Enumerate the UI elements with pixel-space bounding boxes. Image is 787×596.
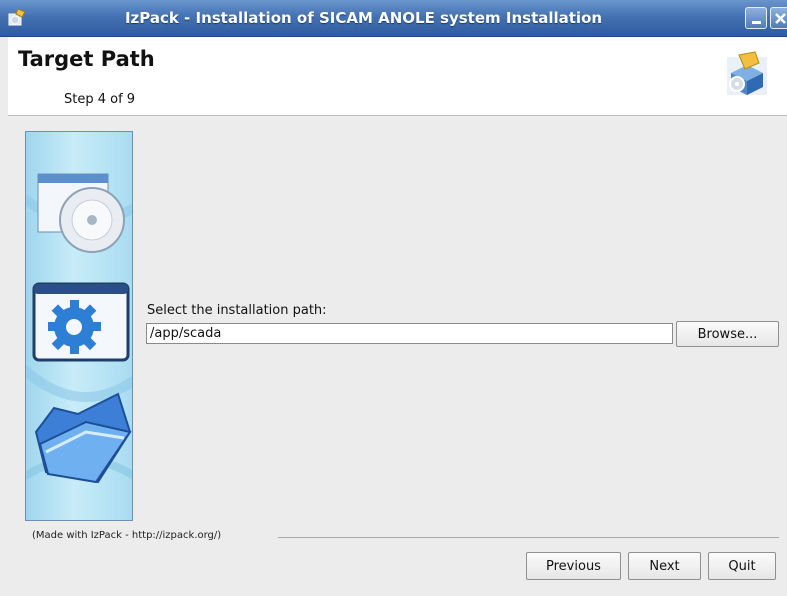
minimize-button[interactable] — [745, 7, 767, 29]
minimize-icon — [752, 21, 761, 24]
installation-path-label: Select the installation path: — [147, 303, 327, 318]
cd-window-icon — [37, 173, 125, 253]
installer-package-icon — [727, 51, 767, 95]
close-button[interactable] — [770, 7, 787, 29]
close-icon — [775, 13, 786, 24]
window-title: IzPack - Installation of SICAM ANOLE sys… — [124, 9, 603, 27]
step-indicator: Step 4 of 9 — [64, 92, 136, 107]
installation-path-input[interactable] — [146, 323, 673, 344]
page-title: Target Path — [18, 47, 155, 71]
side-illustration — [25, 131, 133, 521]
window-titlebar[interactable]: IzPack - Installation of SICAM ANOLE sys… — [0, 0, 787, 37]
made-with-izpack-label: (Made with IzPack - http://izpack.org/) — [32, 530, 222, 541]
gear-window-icon — [32, 282, 130, 362]
browse-button[interactable]: Browse... — [676, 321, 779, 347]
side-art — [26, 173, 132, 484]
quit-button[interactable]: Quit — [708, 552, 776, 580]
footer-separator — [278, 537, 779, 538]
previous-button[interactable]: Previous — [526, 552, 621, 580]
header-panel: Target Path Step 4 of 9 — [8, 37, 787, 116]
next-button[interactable]: Next — [628, 552, 701, 580]
